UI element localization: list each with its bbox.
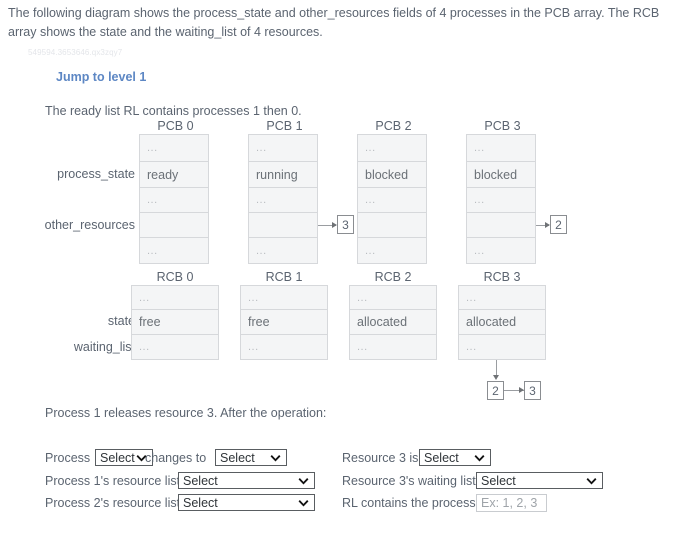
pcb-3-cell-process-state: blocked (467, 162, 535, 188)
pcb-1-cell-2: ... (249, 188, 317, 213)
rcb-3-waiting-node-2: 2 (487, 381, 504, 400)
rl-contains-input[interactable] (476, 494, 547, 512)
pcb-3-cell-2: ... (467, 188, 535, 213)
resource3-is-label: Resource 3 is (342, 451, 419, 465)
pcb-2-cell-2: ... (358, 188, 426, 213)
state-select-value: Select (220, 450, 255, 465)
rcb-0-cell-state: free (132, 310, 218, 335)
pcb-0-block: ... ready ... ... (139, 134, 209, 264)
rcb-3-cell-0: ... (459, 286, 545, 310)
rcb-1-cell-0: ... (241, 286, 327, 310)
rcb-3-cell-state: allocated (459, 310, 545, 335)
pcb-0-cell-0: ... (140, 135, 208, 162)
question-id-watermark: 549594.3653646.qx3zqy7 (28, 48, 123, 57)
resource3-waiting-list-label: Resource 3's waiting list (342, 474, 476, 488)
process2-resource-list-value: Select (183, 495, 218, 510)
pcb-3-cell-other-resources (467, 213, 535, 238)
pcb-1-header: PCB 1 (266, 119, 303, 133)
process2-resource-list-label: Process 2's resource list (45, 496, 181, 510)
pcb-2-header: PCB 2 (375, 119, 412, 133)
pcb-0-cell-2: ... (140, 188, 208, 213)
rcb-0-cell-waiting-list: ... (139, 341, 150, 353)
resource3-waiting-list-value: Select (481, 473, 516, 488)
rl-contains-label: RL contains the processes (342, 496, 489, 510)
pcb-0-header: PCB 0 (157, 119, 194, 133)
resource3-state-select[interactable]: Select (419, 449, 491, 466)
pcb-3-header: PCB 3 (484, 119, 521, 133)
rcb-0-header: RCB 0 (156, 270, 194, 284)
rcb-2-cell-waiting-list: ... (357, 341, 368, 353)
pcb-0-cell-other-resources (140, 213, 208, 238)
intro-paragraph: The following diagram shows the process_… (8, 6, 660, 39)
operation-statement: Process 1 releases resource 3. After the… (45, 406, 327, 420)
chevron-down-icon (298, 499, 309, 507)
pcb-row-label-process-state: process_state (57, 167, 135, 181)
pcb-row-label-other-resources: other_resources (44, 218, 135, 232)
process1-resource-list-value: Select (183, 473, 218, 488)
resource3-state-value: Select (424, 450, 459, 465)
rcb-0-cell-0: ... (132, 286, 218, 310)
pcb-3-cell-0: ... (467, 135, 535, 162)
process-select-value: Select (100, 450, 135, 465)
pcb-1-cell-0: ... (249, 135, 317, 162)
rcb-0-block: ... free ... (131, 285, 219, 360)
rcb-3-cell-waiting-list: ... (466, 341, 477, 353)
chevron-down-icon (270, 454, 281, 462)
rcb-3-waiting-arrowhead-down (493, 375, 499, 380)
pcb-0-cell-process-state: ready (140, 162, 208, 188)
pcb-0-cell-4: ... (147, 244, 158, 257)
process-label: Process (45, 451, 91, 465)
rcb-1-header: RCB 1 (265, 270, 303, 284)
rcb-1-cell-waiting-list: ... (248, 341, 259, 353)
rcb-2-header: RCB 2 (374, 270, 412, 284)
pcb-2-block: ... blocked ... ... (357, 134, 427, 264)
rcb-3-header: RCB 3 (483, 270, 521, 284)
pcb-1-cell-process-state: running (249, 162, 317, 188)
changes-to-label: changes to (145, 451, 207, 465)
pcb-1-cell-4: ... (256, 244, 267, 257)
chevron-down-icon (474, 454, 485, 462)
process2-resource-list-select[interactable]: Select (178, 494, 315, 511)
pcb-2-cell-0: ... (358, 135, 426, 162)
rcb-3-waiting-node-3: 3 (524, 381, 541, 400)
rcb-1-cell-state: free (241, 310, 327, 335)
rcb-3-block: ... allocated ... (458, 285, 546, 360)
rcb-row-label-state: state (107, 314, 135, 328)
chevron-down-icon (586, 477, 597, 485)
ready-list-statement: The ready list RL contains processes 1 t… (45, 104, 302, 118)
pcb-2-cell-4: ... (365, 244, 376, 257)
process1-resource-list-select[interactable]: Select (178, 472, 315, 489)
rcb-1-block: ... free ... (240, 285, 328, 360)
process1-resource-list-label: Process 1's resource list (45, 474, 181, 488)
rcb-row-label-waiting-list: waiting_list (73, 340, 135, 354)
pcb-2-cell-process-state: blocked (358, 162, 426, 188)
rcb-2-cell-0: ... (350, 286, 436, 310)
pcb-3-block: ... blocked ... ... (466, 134, 536, 264)
chevron-down-icon (298, 477, 309, 485)
pcb-1-block: ... running ... ... (248, 134, 318, 264)
pcb-3-resource-node-2: 2 (550, 215, 567, 234)
pcb-1-cell-other-resources (249, 213, 317, 238)
resource3-waiting-list-select[interactable]: Select (476, 472, 603, 489)
rcb-2-block: ... allocated ... (349, 285, 437, 360)
rcb-2-cell-state: allocated (350, 310, 436, 335)
state-select[interactable]: Select (215, 449, 287, 466)
pcb-2-cell-other-resources (358, 213, 426, 238)
pcb-3-cell-4: ... (474, 244, 485, 257)
pcb-1-resource-node-3: 3 (337, 215, 354, 234)
jump-to-level-link[interactable]: Jump to level 1 (56, 70, 146, 84)
